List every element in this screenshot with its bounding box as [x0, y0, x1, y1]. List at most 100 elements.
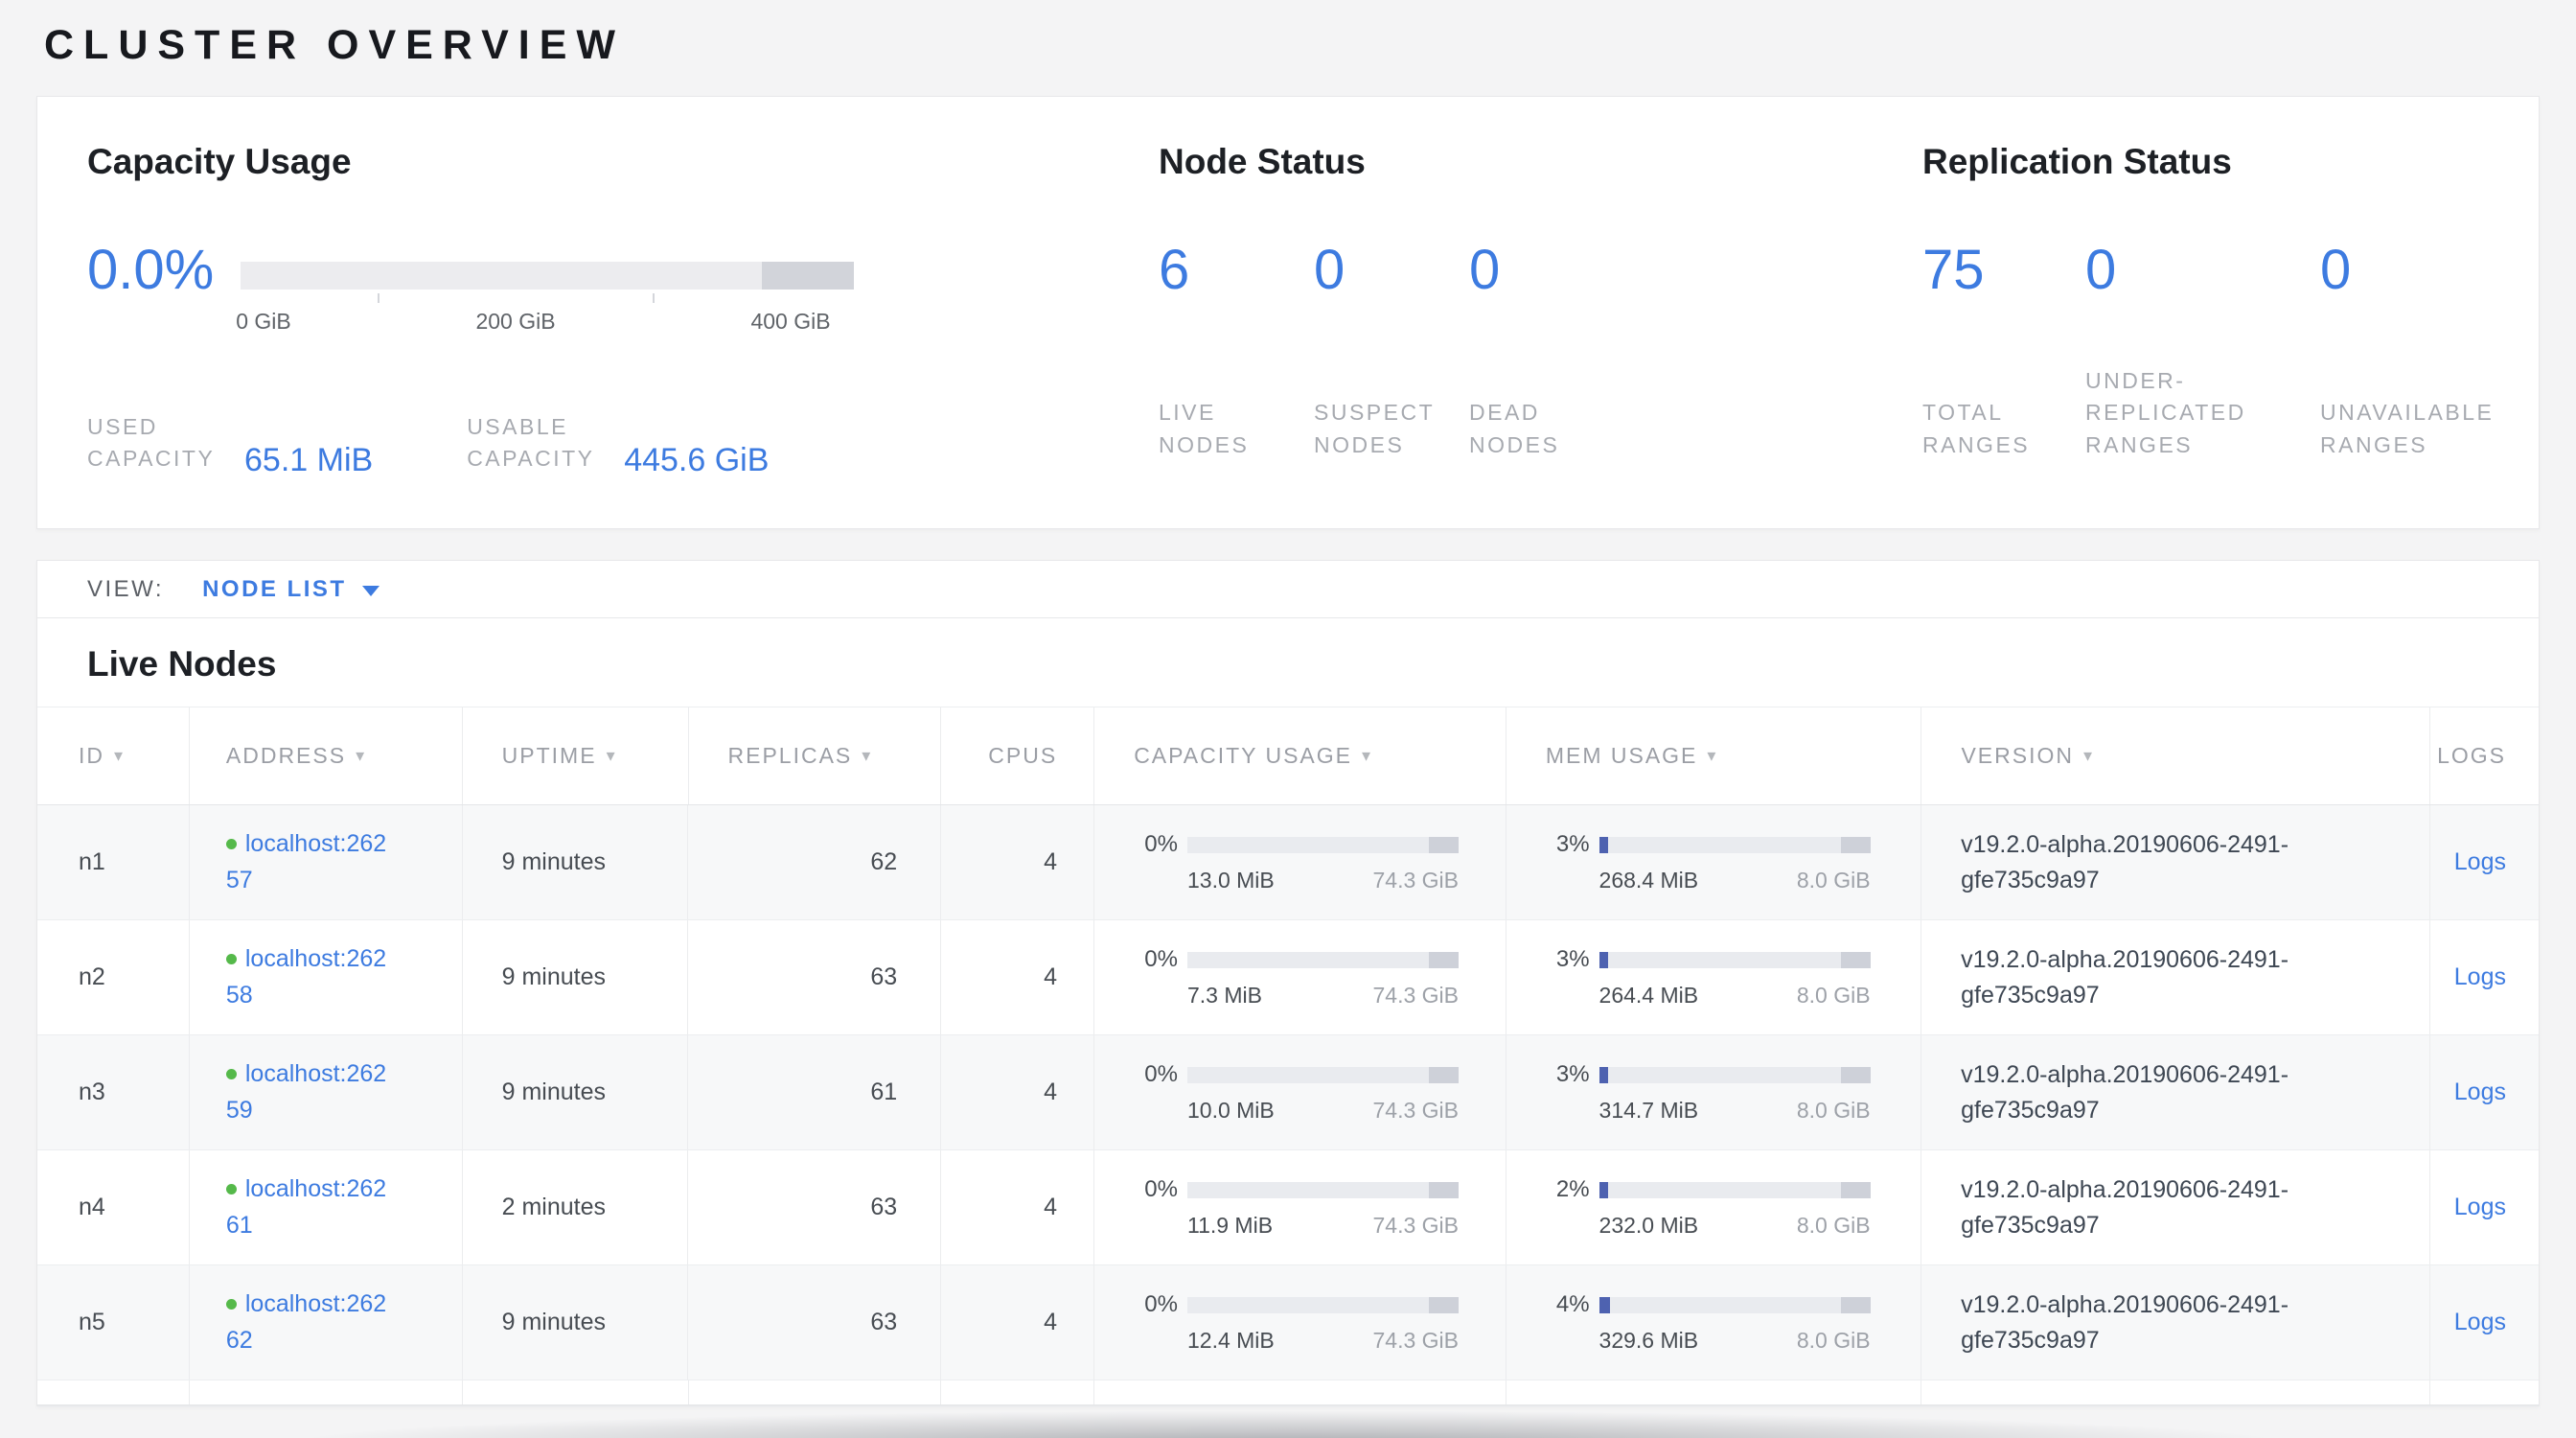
table-row: n4 localhost:26261 2 minutes 63 4 0% [37, 1150, 2539, 1265]
capacity-usage-cell [1094, 1380, 1506, 1404]
total-ranges-count: 75 [1922, 243, 2074, 298]
capacity-usage-meter: 0% 13.0 MiB 74.3 GiB [1134, 831, 1459, 893]
bar-end-segment [1841, 1297, 1871, 1313]
uptime-cell: 9 minutes [463, 1035, 689, 1149]
capacity-used-percent: 0.0% [87, 243, 241, 341]
column-header-id[interactable]: ID▾ [37, 707, 190, 804]
column-header-mem-label: MEM USAGE [1546, 743, 1698, 769]
page-title: CLUSTER OVERVIEW [44, 21, 2540, 69]
node-status-panel: Node Status 6 LIVE NODES 0 SUSPECT NODES… [1159, 141, 1922, 528]
mem-usage-meter: 4% 329.6 MiB 8.0 GiB [1546, 1291, 1871, 1354]
mem-total-value: 8.0 GiB [1797, 868, 1871, 893]
mem-usage-cell: 3% 314.7 MiB 8.0 GiB [1506, 1035, 1922, 1149]
mem-total-value: 8.0 GiB [1797, 1098, 1871, 1124]
node-address-cell [190, 1380, 463, 1404]
column-header-address-label: ADDRESS [226, 743, 346, 769]
column-header-capacity-usage[interactable]: CAPACITY USAGE▾ [1094, 707, 1506, 804]
mem-used-value: 232.0 MiB [1599, 1213, 1699, 1239]
column-header-mem-usage[interactable]: MEM USAGE▾ [1506, 707, 1922, 804]
usable-capacity-value: 445.6 GiB [624, 444, 769, 478]
mem-bar [1599, 837, 1871, 853]
mem-used-value: 314.7 MiB [1599, 1098, 1699, 1124]
capacity-usage-title: Capacity Usage [87, 141, 1159, 183]
column-header-logs-label: LOGS [2437, 743, 2506, 769]
node-address-link[interactable]: localhost:26262 [226, 1290, 386, 1354]
capacity-usage-meter: 0% 7.3 MiB 74.3 GiB [1134, 946, 1459, 1009]
cpus-cell: 4 [941, 1150, 1094, 1264]
column-header-version-label: VERSION [1961, 743, 2074, 769]
cpus-cell: 4 [941, 1035, 1094, 1149]
column-header-uptime[interactable]: UPTIME▾ [463, 707, 689, 804]
node-live-status-icon [226, 1069, 237, 1079]
mem-percent: 4% [1546, 1291, 1590, 1318]
capacity-total-value: 74.3 GiB [1372, 1213, 1459, 1239]
capacity-bar-chart: 0 GiB 200 GiB 400 GiB [241, 262, 854, 341]
bar-end-segment [1429, 1297, 1459, 1313]
node-address-link[interactable]: localhost:26258 [226, 945, 386, 1009]
axis-tick [653, 293, 655, 303]
mem-bar [1599, 1067, 1871, 1083]
version-cell: v19.2.0-alpha.20190606-2491-gfe735c9a97 [1921, 1150, 2430, 1264]
suspect-nodes-count: 0 [1314, 243, 1446, 298]
cpus-cell [941, 1380, 1094, 1404]
capacity-bar [1187, 1182, 1459, 1198]
cpus-cell: 4 [941, 920, 1094, 1034]
mem-usage-cell: 3% 268.4 MiB 8.0 GiB [1506, 805, 1922, 919]
column-header-replicas[interactable]: REPLICAS▾ [689, 707, 942, 804]
logs-cell: Logs [2430, 1035, 2539, 1149]
column-header-id-label: ID [79, 743, 104, 769]
logs-cell: Logs [2430, 1150, 2539, 1264]
capacity-usage-meter: 0% 10.0 MiB 74.3 GiB [1134, 1061, 1459, 1124]
capacity-percent: 0% [1134, 1291, 1178, 1318]
axis-tick [378, 293, 380, 303]
under-replicated-ranges-label: UNDER-REPLICATED RANGES [2085, 365, 2311, 461]
bar-end-segment [1841, 837, 1871, 853]
unavailable-ranges-label: UNAVAILABLE RANGES [2320, 397, 2521, 461]
logs-link[interactable]: Logs [2454, 1078, 2506, 1106]
table-row: n1 localhost:26257 9 minutes 62 4 0% [37, 805, 2539, 920]
capacity-used-value: 12.4 MiB [1187, 1328, 1275, 1354]
node-address-cell: localhost:26261 [190, 1150, 463, 1264]
used-capacity-value: 65.1 MiB [244, 444, 373, 478]
mem-percent: 3% [1546, 946, 1590, 973]
node-address-link[interactable]: localhost:26261 [226, 1175, 386, 1239]
logs-link[interactable]: Logs [2454, 963, 2506, 991]
capacity-usage-cell: 0% 11.9 MiB 74.3 GiB [1094, 1150, 1506, 1264]
mem-percent: 2% [1546, 1176, 1590, 1203]
node-address-link[interactable]: localhost:26259 [226, 1060, 386, 1124]
logs-link[interactable]: Logs [2454, 1309, 2506, 1336]
uptime-cell [463, 1380, 689, 1404]
capacity-total-value: 74.3 GiB [1372, 868, 1459, 893]
mem-percent: 3% [1546, 1061, 1590, 1088]
version-value: v19.2.0-alpha.20190606-2491-gfe735c9a97 [1961, 1172, 2381, 1242]
usable-capacity-label: USABLE CAPACITY [467, 411, 603, 475]
uptime-value: 9 minutes [502, 1078, 606, 1106]
uptime-cell: 9 minutes [463, 805, 689, 919]
replicas-value: 63 [870, 1309, 897, 1336]
capacity-axis: 0 GiB 200 GiB 400 GiB [241, 297, 854, 341]
mem-usage-meter: 3% 264.4 MiB 8.0 GiB [1546, 946, 1871, 1009]
logs-link[interactable]: Logs [2454, 1194, 2506, 1221]
node-address-cell: localhost:26257 [190, 805, 463, 919]
bar-fill [1599, 952, 1608, 968]
replication-status-title: Replication Status [1922, 141, 2539, 183]
view-label: VIEW: [87, 576, 164, 603]
view-selector-dropdown[interactable]: NODE LIST [202, 576, 380, 603]
mem-usage-meter: 3% 314.7 MiB 8.0 GiB [1546, 1061, 1871, 1124]
column-header-address[interactable]: ADDRESS▾ [190, 707, 463, 804]
logs-cell: Logs [2430, 1265, 2539, 1380]
bar-end-segment [1429, 837, 1459, 853]
node-id: n5 [79, 1309, 105, 1336]
node-address-link[interactable]: localhost:26257 [226, 830, 386, 893]
column-header-logs: LOGS [2430, 707, 2539, 804]
axis-label-0: 0 GiB [236, 309, 291, 335]
capacity-usage-panel: Capacity Usage 0.0% 0 GiB 200 GiB 400 Gi… [87, 141, 1159, 528]
live-nodes-table: ID▾ ADDRESS▾ UPTIME▾ REPLICAS▾ CPUS CAPA… [37, 707, 2539, 1405]
replicas-value: 62 [870, 848, 897, 876]
column-header-version[interactable]: VERSION▾ [1921, 707, 2430, 804]
column-header-replicas-label: REPLICAS [728, 743, 853, 769]
total-ranges-stat: 75 TOTAL RANGES [1922, 243, 2074, 461]
uptime-cell: 2 minutes [463, 1150, 689, 1264]
capacity-percent: 0% [1134, 831, 1178, 858]
logs-link[interactable]: Logs [2454, 848, 2506, 876]
